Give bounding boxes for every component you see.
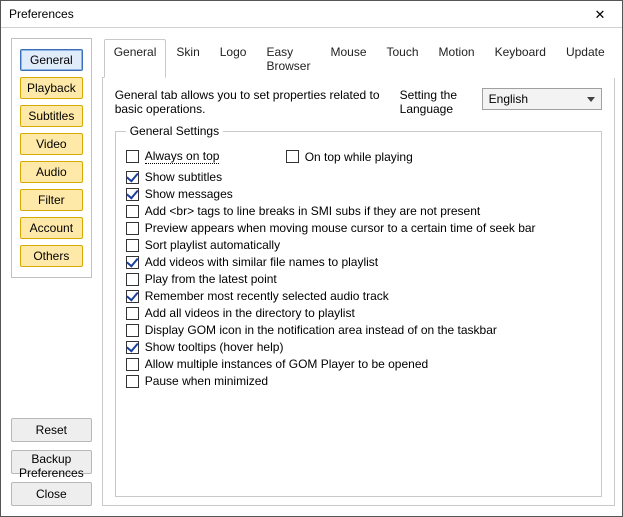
checkbox-show-messages[interactable]: Show messages <box>126 187 591 201</box>
checkbox-box <box>126 307 139 320</box>
checkbox-label: Show messages <box>145 187 233 201</box>
tab-keyboard[interactable]: Keyboard <box>485 39 556 78</box>
language-label: Setting the Language <box>400 88 468 116</box>
checkbox-box <box>126 205 139 218</box>
checkbox-label: Play from the latest point <box>145 272 277 286</box>
checkbox-box <box>126 239 139 252</box>
checkbox-box <box>126 256 139 269</box>
sidebar-item-video[interactable]: Video <box>20 133 83 155</box>
checkbox-show-tooltips[interactable]: Show tooltips (hover help) <box>126 340 591 354</box>
checkbox-add-similar-videos[interactable]: Add videos with similar file names to pl… <box>126 255 591 269</box>
checkbox-box <box>126 171 139 184</box>
checkbox-label: Preview appears when moving mouse cursor… <box>145 221 536 235</box>
tab-general[interactable]: General <box>104 39 167 78</box>
tab-logo[interactable]: Logo <box>210 39 257 78</box>
checkbox-label: Allow multiple instances of GOM Player t… <box>145 357 428 371</box>
checkbox-label: Pause when minimized <box>145 374 268 388</box>
top-row: Always on top On top while playing <box>126 146 591 167</box>
sidebar-item-general[interactable]: General <box>20 49 83 71</box>
checkbox-label: On top while playing <box>305 150 413 164</box>
sidebar-item-others[interactable]: Others <box>20 245 83 267</box>
titlebar: Preferences ✕ <box>1 1 622 28</box>
intro-row: General tab allows you to set properties… <box>115 88 602 116</box>
category-list: General Playback Subtitles Video Audio F… <box>11 38 92 278</box>
checkbox-box <box>126 375 139 388</box>
left-column: General Playback Subtitles Video Audio F… <box>11 38 92 506</box>
checkbox-label: Add <br> tags to line breaks in SMI subs… <box>145 204 481 218</box>
checkbox-box <box>286 150 299 163</box>
checkbox-box <box>126 324 139 337</box>
backup-button[interactable]: Backup Preferences <box>11 450 92 474</box>
tab-content: General tab allows you to set properties… <box>102 78 615 506</box>
checkbox-label: Add all videos in the directory to playl… <box>145 306 355 320</box>
close-button[interactable]: Close <box>11 482 92 506</box>
checkbox-show-subtitles[interactable]: Show subtitles <box>126 170 591 184</box>
reset-button[interactable]: Reset <box>11 418 92 442</box>
checkbox-add-br-tags[interactable]: Add <br> tags to line breaks in SMI subs… <box>126 204 591 218</box>
tab-motion[interactable]: Motion <box>429 39 485 78</box>
sidebar-item-account[interactable]: Account <box>20 217 83 239</box>
checkbox-sort-playlist[interactable]: Sort playlist automatically <box>126 238 591 252</box>
language-select[interactable]: English <box>482 88 602 110</box>
group-title: General Settings <box>126 124 223 138</box>
checkbox-always-on-top[interactable]: Always on top <box>126 149 276 164</box>
checkbox-pause-minimized[interactable]: Pause when minimized <box>126 374 591 388</box>
checkbox-notification-icon[interactable]: Display GOM icon in the notification are… <box>126 323 591 337</box>
checkbox-seekbar-preview[interactable]: Preview appears when moving mouse cursor… <box>126 221 591 235</box>
checkbox-on-top-while-playing[interactable]: On top while playing <box>286 149 413 164</box>
main-panel: General Skin Logo Easy Browser Mouse Tou… <box>102 38 615 506</box>
tab-touch[interactable]: Touch <box>377 39 429 78</box>
checkbox-label: Sort playlist automatically <box>145 238 280 252</box>
tab-mouse[interactable]: Mouse <box>320 39 376 78</box>
sidebar-item-playback[interactable]: Playback <box>20 77 83 99</box>
checkbox-box <box>126 150 139 163</box>
language-value: English <box>489 92 528 106</box>
checkbox-label: Always on top <box>145 149 220 164</box>
checkbox-label: Show tooltips (hover help) <box>145 340 284 354</box>
checkbox-box <box>126 273 139 286</box>
checkbox-box <box>126 222 139 235</box>
checkbox-box <box>126 290 139 303</box>
window-title: Preferences <box>9 7 74 21</box>
checkbox-box <box>126 188 139 201</box>
preferences-window: Preferences ✕ General Playback Subtitles… <box>0 0 623 517</box>
tab-strip: General Skin Logo Easy Browser Mouse Tou… <box>102 38 615 78</box>
checkbox-label: Display GOM icon in the notification are… <box>145 323 497 337</box>
sidebar-item-filter[interactable]: Filter <box>20 189 83 211</box>
checkbox-label: Show subtitles <box>145 170 222 184</box>
checkbox-multiple-instances[interactable]: Allow multiple instances of GOM Player t… <box>126 357 591 371</box>
checkbox-play-latest-point[interactable]: Play from the latest point <box>126 272 591 286</box>
tab-update[interactable]: Update <box>556 39 615 78</box>
checkbox-box <box>126 341 139 354</box>
sidebar-item-subtitles[interactable]: Subtitles <box>20 105 83 127</box>
tab-description: General tab allows you to set properties… <box>115 88 386 116</box>
checkbox-label: Add videos with similar file names to pl… <box>145 255 378 269</box>
tab-skin[interactable]: Skin <box>166 39 209 78</box>
checkbox-add-directory-videos[interactable]: Add all videos in the directory to playl… <box>126 306 591 320</box>
checkbox-label: Remember most recently selected audio tr… <box>145 289 389 303</box>
client-area: General Playback Subtitles Video Audio F… <box>1 28 622 516</box>
sidebar-item-audio[interactable]: Audio <box>20 161 83 183</box>
general-settings-group: General Settings Always on top On top wh… <box>115 124 602 497</box>
checkbox-box <box>126 358 139 371</box>
tab-easy-browser[interactable]: Easy Browser <box>256 39 320 78</box>
close-icon[interactable]: ✕ <box>584 4 616 24</box>
checkbox-remember-audio-track[interactable]: Remember most recently selected audio tr… <box>126 289 591 303</box>
